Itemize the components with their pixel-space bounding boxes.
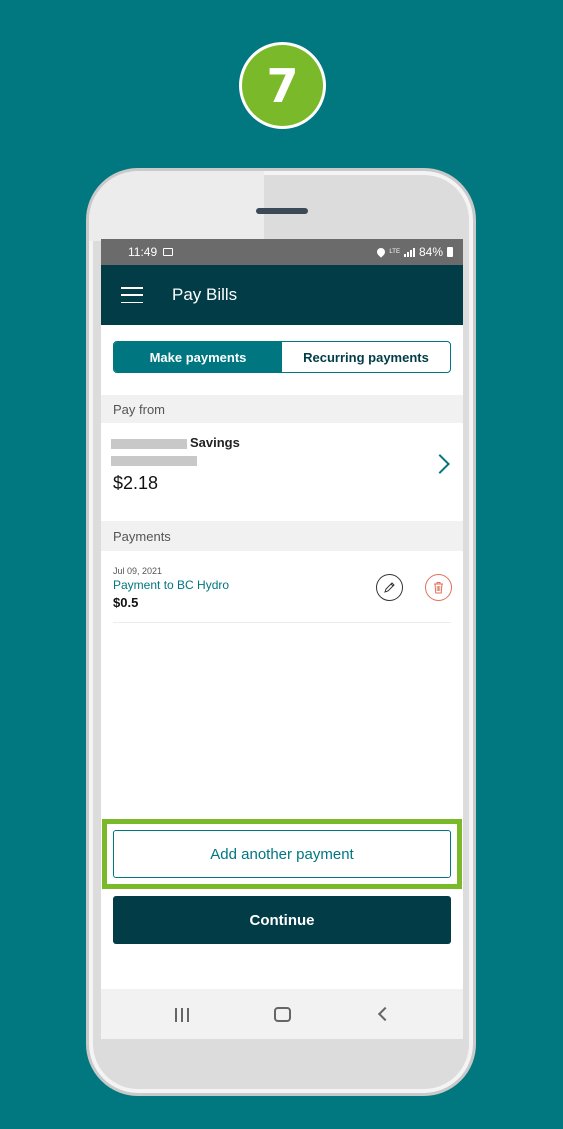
phone-speaker (256, 208, 308, 214)
account-balance: $2.18 (113, 473, 159, 493)
trash-icon (434, 582, 443, 594)
chevron-right-icon[interactable] (430, 454, 450, 474)
phone-frame: 11:49 LTE 84% Pay Bills Make payments Re… (86, 168, 476, 1096)
android-nav-bar (101, 989, 463, 1039)
payment-item: Jul 09, 2021 Payment to BC Hydro $0.5 (113, 551, 452, 623)
app-header: Pay Bills (101, 265, 463, 325)
battery-percent: 84% (418, 245, 443, 259)
payment-date: Jul 09, 2021 (113, 566, 163, 576)
edit-icon (384, 582, 395, 593)
status-bar: 11:49 LTE 84% (101, 239, 463, 265)
status-time: 11:49 (128, 245, 158, 259)
edit-payment-button[interactable] (376, 574, 403, 601)
account-name: Savings (190, 435, 240, 450)
step-number: 7 (266, 58, 299, 113)
step-number-badge: 7 (239, 42, 326, 129)
pay-from-section-label: Pay from (101, 395, 463, 423)
redacted-account-number (111, 439, 187, 449)
menu-icon[interactable] (121, 287, 143, 303)
signal-icon (403, 247, 415, 257)
payment-tabs: Make payments Recurring payments (113, 341, 451, 373)
image-icon (163, 248, 174, 256)
tab-make-payments[interactable]: Make payments (114, 342, 282, 372)
location-icon (375, 246, 388, 258)
battery-icon (447, 247, 453, 257)
home-icon[interactable] (274, 1007, 291, 1022)
lte-indicator: LTE (389, 249, 400, 255)
add-another-payment-button[interactable]: Add another payment (113, 830, 451, 878)
phone-screen: 11:49 LTE 84% Pay Bills Make payments Re… (101, 239, 463, 1039)
payment-description: Payment to BC Hydro (113, 578, 230, 592)
delete-payment-button[interactable] (425, 574, 452, 601)
back-icon[interactable] (377, 1006, 393, 1022)
payment-amount: $0.5 (113, 595, 139, 610)
recent-apps-icon[interactable] (175, 1008, 189, 1022)
payments-section-label: Payments (101, 521, 463, 551)
page-title: Pay Bills (172, 285, 238, 304)
continue-button[interactable]: Continue (113, 896, 451, 944)
redacted-account-detail (111, 456, 197, 466)
tab-recurring-payments[interactable]: Recurring payments (282, 342, 450, 372)
pay-from-account[interactable]: Savings $2.18 (101, 423, 463, 521)
